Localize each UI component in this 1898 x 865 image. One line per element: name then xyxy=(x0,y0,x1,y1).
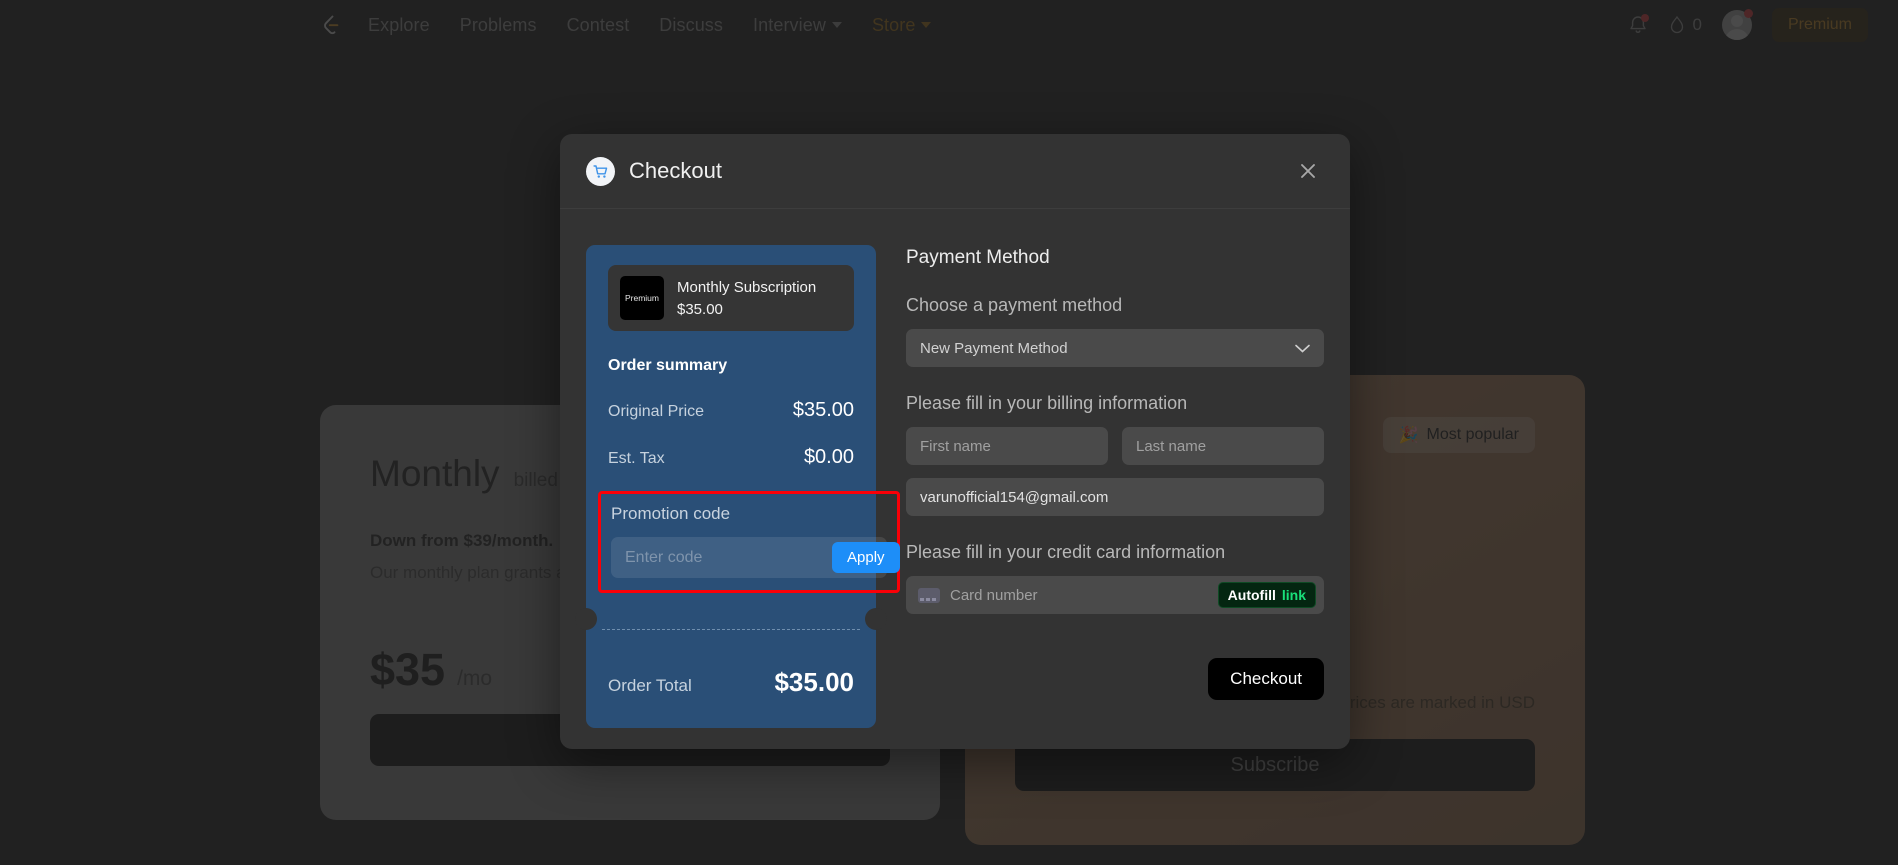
order-summary-top: Premium Monthly Subscription $35.00 Orde… xyxy=(586,245,900,619)
subscription-item-text: Monthly Subscription $35.00 xyxy=(677,279,816,318)
payment-method-section: Payment Method Choose a payment method N… xyxy=(906,245,1324,728)
order-line-est-tax: Est. Tax $0.00 xyxy=(608,446,854,469)
last-name-field[interactable] xyxy=(1122,427,1324,465)
promo-code-input[interactable] xyxy=(625,548,832,567)
order-line-value: $0.00 xyxy=(803,446,854,468)
autofill-label: Autofill xyxy=(1227,587,1276,603)
subscription-item-price: $35.00 xyxy=(677,300,723,318)
checkout-modal: Checkout Premium Monthly Subscription $3… xyxy=(560,134,1350,749)
credit-card-icon xyxy=(918,587,940,603)
modal-header: Checkout xyxy=(560,134,1350,209)
modal-body: Premium Monthly Subscription $35.00 Orde… xyxy=(560,209,1350,728)
order-summary-panel: Premium Monthly Subscription $35.00 Orde… xyxy=(575,245,900,728)
shopping-cart-icon xyxy=(586,156,615,186)
ticket-notch-divider xyxy=(575,608,887,641)
email-field-row xyxy=(906,478,1324,516)
credit-card-heading: Please fill in your credit card informat… xyxy=(906,542,1226,562)
name-field-row xyxy=(906,427,1324,465)
autofill-link-badge[interactable]: Autofill link xyxy=(1217,582,1316,608)
premium-thumbnail: Premium xyxy=(620,276,664,320)
email-field[interactable] xyxy=(906,478,1324,516)
card-number-field[interactable]: Card number Autofill link xyxy=(906,576,1324,614)
promotion-code-section: Promotion code Apply xyxy=(598,491,900,593)
card-number-placeholder: Card number xyxy=(950,586,1038,604)
order-summary-heading: Order summary xyxy=(608,357,728,374)
payment-method-selected-value: New Payment Method xyxy=(920,339,1068,357)
order-total-section: Order Total $35.00 xyxy=(586,641,876,728)
choose-payment-method-label: Choose a payment method xyxy=(906,295,1123,315)
checkout-submit-button[interactable]: Checkout xyxy=(1208,658,1324,700)
close-icon[interactable] xyxy=(1292,155,1324,187)
first-name-field[interactable] xyxy=(906,427,1108,465)
ticket-dashed-line xyxy=(602,629,860,630)
order-total-label: Order Total xyxy=(608,676,692,695)
apply-promo-button[interactable]: Apply xyxy=(832,542,900,573)
order-total-row: Order Total $35.00 xyxy=(608,667,854,698)
order-line-original-price: Original Price $35.00 xyxy=(608,399,854,422)
chevron-down-icon xyxy=(1295,340,1310,357)
subscription-item-row: Premium Monthly Subscription $35.00 xyxy=(608,265,854,331)
order-total-value: $35.00 xyxy=(774,667,854,697)
promotion-code-input-group: Apply xyxy=(611,537,900,578)
promotion-code-label: Promotion code xyxy=(611,504,731,523)
order-line-label: Est. Tax xyxy=(608,450,665,467)
billing-information-heading: Please fill in your billing information xyxy=(906,393,1188,413)
subscription-item-name: Monthly Subscription xyxy=(677,278,817,296)
link-label: link xyxy=(1281,587,1306,603)
payment-method-select[interactable]: New Payment Method xyxy=(906,329,1324,367)
order-line-value: $35.00 xyxy=(792,399,854,421)
modal-title: Checkout xyxy=(629,158,722,183)
page-root: Monthly billed m Down from $39/month. Ou… xyxy=(0,0,1898,865)
order-line-label: Original Price xyxy=(608,403,705,420)
payment-method-heading: Payment Method xyxy=(906,247,1050,268)
